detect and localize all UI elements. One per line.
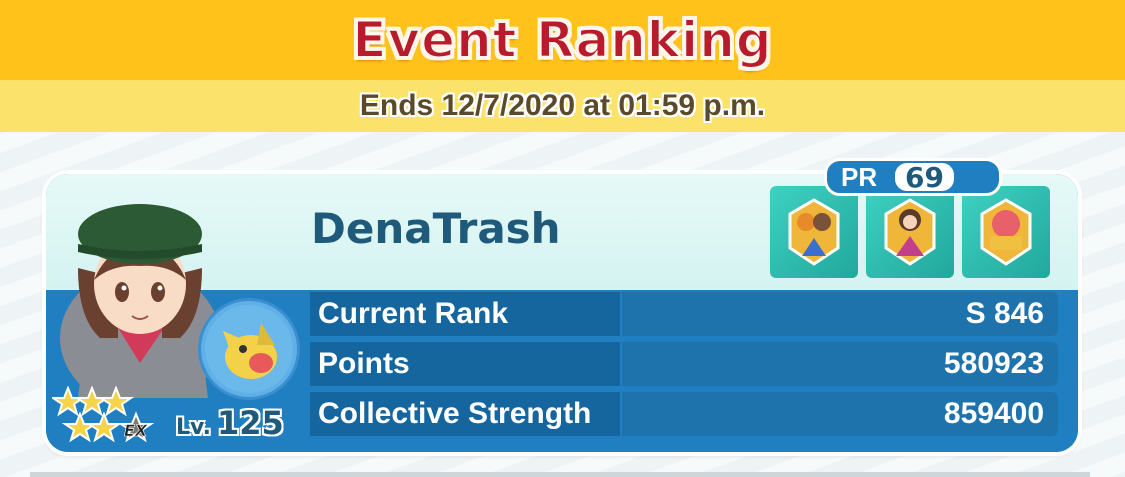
stat-label: Points (310, 342, 620, 386)
next-card-edge (30, 472, 1090, 477)
stat-label: Current Rank (310, 292, 620, 336)
star-rating-icon: EX (49, 385, 182, 446)
team-emblem-3-icon[interactable] (962, 186, 1050, 278)
stat-label: Collective Strength (310, 392, 620, 436)
stat-value: 580923 (622, 342, 1058, 386)
stat-row-collective-strength: Collective Strength 859400 (310, 392, 1058, 436)
stat-row-points: Points 580923 (310, 342, 1058, 386)
level-label: Lv. (176, 415, 211, 440)
pr-label: PR (841, 161, 878, 192)
level-value: 125 (216, 404, 284, 442)
ex-label: EX (124, 421, 148, 440)
pr-value: 69 (895, 161, 954, 194)
event-title: Event Ranking (351, 10, 773, 70)
pr-badge: PR 69 (824, 158, 1002, 196)
event-title-bar: Event Ranking (0, 0, 1125, 80)
team-emblem-2-icon[interactable] (866, 186, 954, 278)
trainer-level: Lv. 125 (176, 404, 284, 442)
stat-row-current-rank: Current Rank S 846 (310, 292, 1058, 336)
trainer-name: DenaTrash (311, 204, 561, 253)
event-end-date: Ends 12/7/2020 at 01:59 p.m. (359, 89, 766, 122)
event-end-bar: Ends 12/7/2020 at 01:59 p.m. (0, 80, 1125, 132)
team-emblem-1-icon[interactable] (770, 186, 858, 278)
stat-value: S 846 (622, 292, 1058, 336)
pokemon-partner-icon[interactable] (198, 298, 300, 400)
stat-value: 859400 (622, 392, 1058, 436)
